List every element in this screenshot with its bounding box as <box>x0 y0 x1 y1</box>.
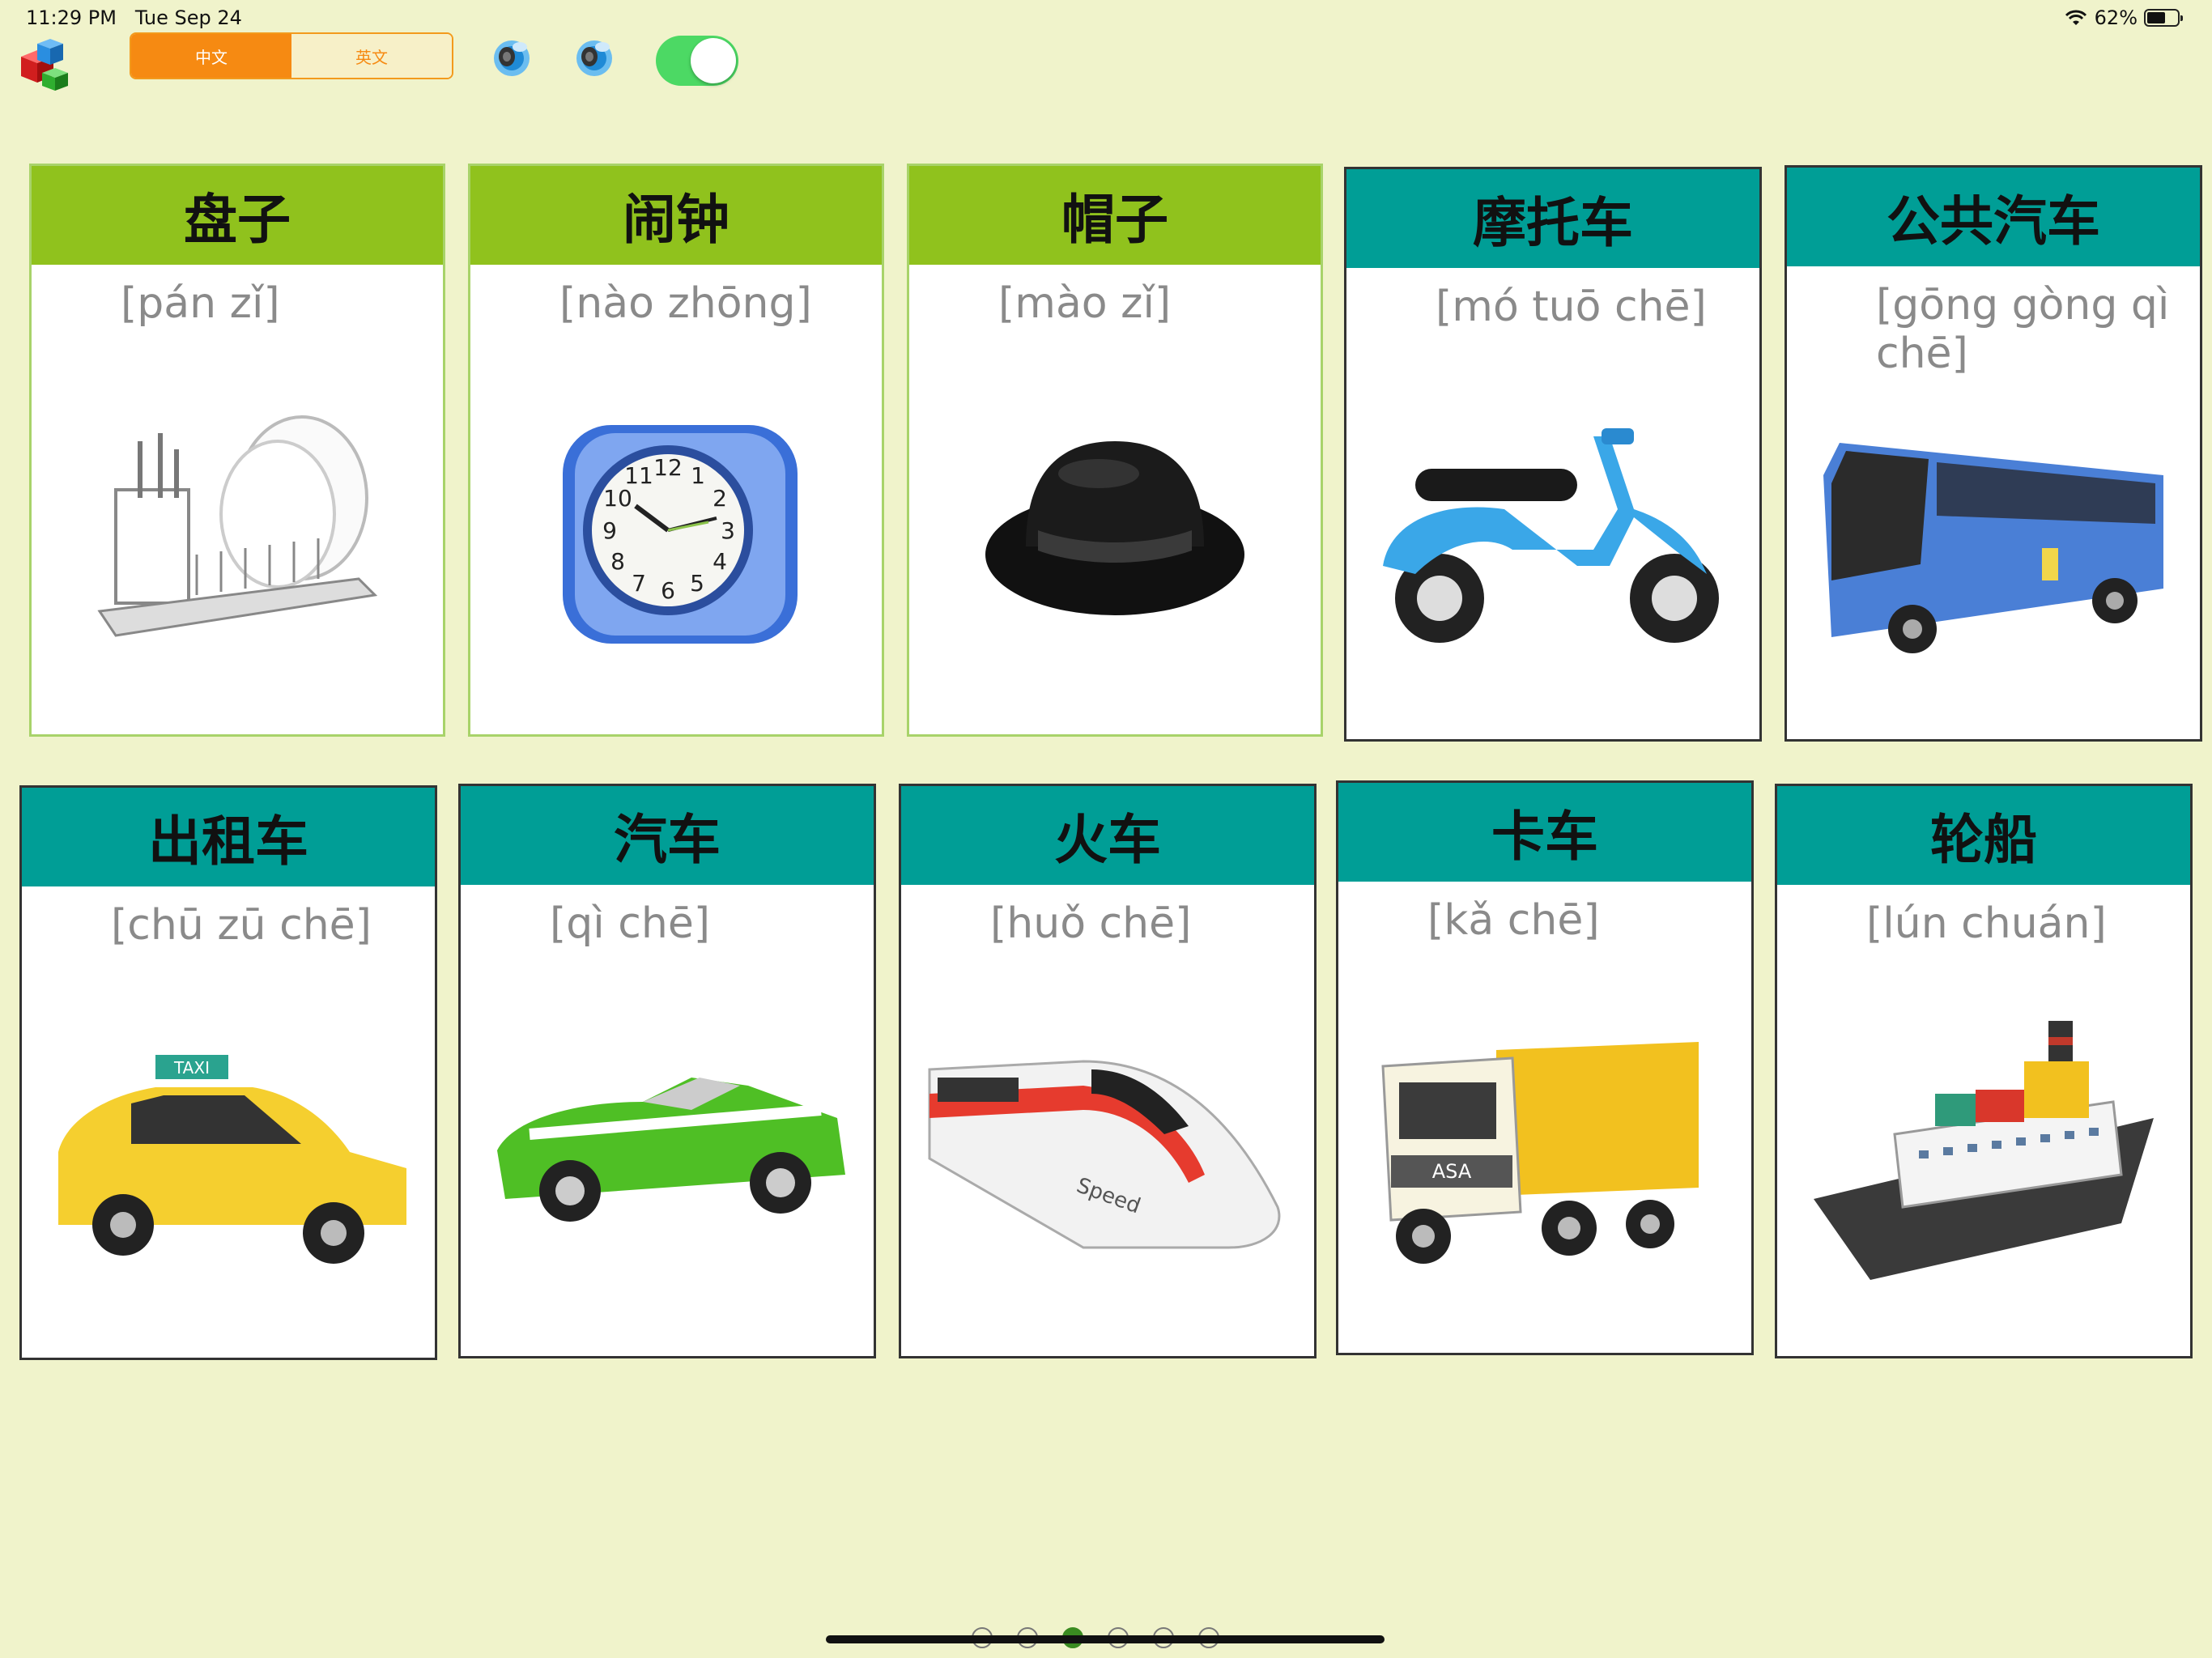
card-bus[interactable]: 公共汽车 [gōng gòng qì chē] <box>1784 165 2202 742</box>
clock-number-4: 4 <box>713 548 727 575</box>
language-segmented-control: 中文 英文 <box>130 32 453 79</box>
battery-percent: 62% <box>2094 6 2138 29</box>
card-pinyin: [gōng gòng qì chē] <box>1876 281 2170 378</box>
clock-number-6: 6 <box>661 577 675 604</box>
card-title: 火车 <box>901 786 1314 885</box>
card-title: 卡车 <box>1338 783 1751 882</box>
hat-icon <box>985 441 1244 615</box>
segment-english[interactable]: 英文 <box>291 34 452 78</box>
ship-icon <box>1814 1021 2154 1280</box>
card-title: 汽车 <box>461 786 874 885</box>
card-pinyin: [kǎ chē] <box>1427 896 1600 945</box>
clock-number-12: 12 <box>653 454 683 481</box>
segment-chinese[interactable]: 中文 <box>131 34 291 78</box>
card-train[interactable]: 火车 [huǒ chē] Speed <box>899 784 1317 1358</box>
speaker-chinese-icon[interactable] <box>489 34 534 79</box>
truck-icon: ASA <box>1381 1042 1699 1264</box>
card-pinyin: [nào zhōng] <box>559 279 812 328</box>
card-title: 公共汽车 <box>1787 168 2200 266</box>
cubes-logo-icon[interactable] <box>10 32 74 92</box>
card-truck[interactable]: 卡车 [kǎ chē] ASA <box>1336 780 1754 1355</box>
status-time: 11:29 PM <box>26 6 117 29</box>
truck-asa-text: ASA <box>1432 1160 1472 1183</box>
clock-number-2: 2 <box>713 485 727 512</box>
auto-play-toggle[interactable] <box>656 36 738 86</box>
home-indicator[interactable] <box>826 1635 1385 1643</box>
clock-number-7: 7 <box>632 570 646 597</box>
card-pinyin: [mào zǐ] <box>998 279 1172 328</box>
speaker-english-icon[interactable] <box>572 34 617 79</box>
clock-number-1: 1 <box>691 462 705 489</box>
card-pinyin: [qì chē] <box>550 899 711 948</box>
car-icon <box>497 1078 845 1222</box>
clock-number-5: 5 <box>690 570 704 597</box>
card-plate[interactable]: 盘子 [pán zǐ] <box>29 164 445 737</box>
card-title: 帽子 <box>909 166 1321 265</box>
card-car[interactable]: 汽车 [qì chē] <box>458 784 876 1358</box>
card-title: 出租车 <box>22 788 435 886</box>
card-alarm-clock[interactable]: 闹钟 [nào zhōng] 12 1 2 3 4 5 6 7 8 9 10 1… <box>468 164 884 737</box>
scooter-icon <box>1383 428 1719 643</box>
card-taxi[interactable]: 出租车 [chū zū chē] TAXI <box>19 785 437 1360</box>
taxi-sign-text: TAXI <box>173 1058 210 1078</box>
bus-icon <box>1823 443 2163 653</box>
status-date: Tue Sep 24 <box>134 6 242 29</box>
card-pinyin: [huǒ chē] <box>990 899 1192 948</box>
clock-number-11: 11 <box>624 462 653 489</box>
battery-icon <box>2144 9 2183 27</box>
card-pinyin: [chū zū chē] <box>111 901 372 950</box>
card-motorcycle[interactable]: 摩托车 [mó tuō chē] <box>1344 167 1762 742</box>
taxi-icon: TAXI <box>58 1055 406 1264</box>
card-pinyin: [mó tuō chē] <box>1436 283 1707 331</box>
toggle-knob <box>691 38 736 83</box>
clock-number-8: 8 <box>610 548 625 575</box>
alarm-clock-icon: 12 1 2 3 4 5 6 7 8 9 10 11 <box>563 425 798 644</box>
card-title: 摩托车 <box>1346 169 1759 268</box>
dish-rack-icon <box>97 415 378 637</box>
card-ship[interactable]: 轮船 [lún chuán] <box>1775 784 2193 1358</box>
battery-fill <box>2147 12 2166 23</box>
train-icon: Speed <box>928 1060 1281 1249</box>
status-bar-time: 11:29 PM Tue Sep 24 <box>26 6 242 29</box>
card-pinyin: [pán zǐ] <box>121 279 280 328</box>
card-title: 盘子 <box>32 166 443 265</box>
status-bar-right: 62% <box>2064 6 2183 29</box>
card-title: 轮船 <box>1777 786 2190 885</box>
card-title: 闹钟 <box>470 166 882 265</box>
wifi-icon <box>2065 10 2087 25</box>
clock-number-9: 9 <box>602 517 617 544</box>
card-pinyin: [lún chuán] <box>1866 899 2107 948</box>
clock-number-3: 3 <box>721 517 735 544</box>
card-hat[interactable]: 帽子 [mào zǐ] <box>907 164 1323 737</box>
